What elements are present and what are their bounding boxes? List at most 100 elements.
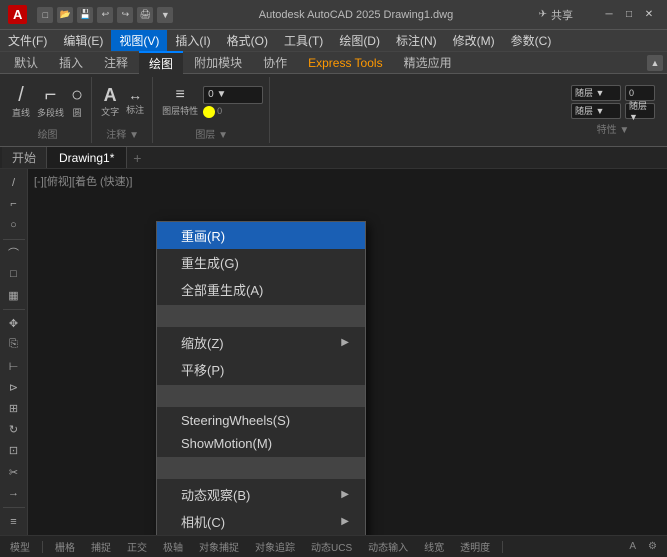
menu-view[interactable]: 视图(V) bbox=[111, 30, 167, 51]
tool-array-left[interactable]: ⊞ bbox=[3, 399, 25, 418]
menu-edit[interactable]: 编辑(E) bbox=[55, 30, 111, 51]
undo-icon[interactable]: ↩ bbox=[97, 7, 113, 23]
zoom-label: 缩放(Z) bbox=[181, 333, 224, 352]
close-button[interactable]: ✕ bbox=[639, 5, 659, 25]
draw-group-label: 绘图 bbox=[38, 124, 58, 141]
share-button[interactable]: 共享 bbox=[539, 7, 573, 23]
menu-orbit[interactable]: 动态观察(B) ▶ bbox=[157, 481, 365, 508]
status-workspace[interactable]: ⚙ bbox=[644, 541, 661, 552]
save-icon[interactable]: 💾 bbox=[77, 7, 93, 23]
main-area: / ⌐ ○ ⌒ □ ▦ ✥ ⎘ ⊢ ⊳ ⊞ ↻ ⊡ ✂ → ≡ [-][俯视][… bbox=[0, 169, 667, 535]
menu-draw[interactable]: 绘图(D) bbox=[331, 30, 388, 51]
tool-text[interactable]: A 文字 bbox=[99, 84, 121, 120]
menu-dim[interactable]: 标注(N) bbox=[388, 30, 445, 51]
tool-hatch-left[interactable]: ▦ bbox=[3, 286, 25, 305]
toolbar-divider-2 bbox=[3, 309, 25, 310]
new-icon[interactable]: □ bbox=[37, 7, 53, 23]
linewidth-dropdown[interactable]: 随层 ▼ bbox=[625, 103, 655, 119]
status-ducs[interactable]: 动态UCS bbox=[307, 539, 356, 554]
status-transp[interactable]: 透明度 bbox=[456, 539, 494, 554]
tab-addons[interactable]: 附加模块 bbox=[184, 52, 252, 73]
redo-icon[interactable]: ↪ bbox=[117, 7, 133, 23]
layer-label: 图层特性 bbox=[162, 104, 198, 117]
layer-color[interactable] bbox=[203, 106, 215, 118]
left-toolbar: / ⌐ ○ ⌒ □ ▦ ✥ ⎘ ⊢ ⊳ ⊞ ↻ ⊡ ✂ → ≡ bbox=[0, 169, 28, 535]
tool-circle-left[interactable]: ○ bbox=[3, 215, 25, 234]
tool-polyline[interactable]: ⌐ 多段线 bbox=[35, 83, 66, 121]
menu-sep-2 bbox=[157, 385, 365, 407]
tool-rotate-left[interactable]: ↻ bbox=[3, 420, 25, 439]
menu-zoom[interactable]: 缩放(Z) ▶ bbox=[157, 329, 365, 356]
menu-redraw[interactable]: 重画(R) bbox=[157, 222, 365, 249]
tool-copy-left[interactable]: ⎘ bbox=[3, 335, 25, 354]
steeringwheels-label: SteeringWheels(S) bbox=[181, 413, 290, 428]
status-osnap[interactable]: 对象捕捉 bbox=[195, 539, 243, 554]
ribbon-group-layers: ≡ 图层特性 0 ▼ 0 图层 ▼ bbox=[154, 77, 270, 143]
status-polar[interactable]: 极轴 bbox=[159, 539, 187, 554]
tab-precise[interactable]: 精选应用 bbox=[394, 52, 462, 73]
menu-steeringwheels[interactable]: SteeringWheels(S) bbox=[157, 409, 365, 432]
status-snap[interactable]: 捕捉 bbox=[87, 539, 115, 554]
add-drawing-tab[interactable]: + bbox=[127, 147, 147, 168]
status-model[interactable]: 模型 bbox=[6, 539, 34, 554]
menu-param[interactable]: 参数(C) bbox=[503, 30, 560, 51]
showmotion-label: ShowMotion(M) bbox=[181, 436, 272, 451]
custom-icon[interactable]: ▼ bbox=[157, 7, 173, 23]
tab-express[interactable]: Express Tools bbox=[298, 54, 392, 72]
status-ortho[interactable]: 正交 bbox=[123, 539, 151, 554]
menu-regen[interactable]: 重生成(G) bbox=[157, 249, 365, 276]
print-icon[interactable]: 🖨 bbox=[137, 7, 153, 23]
status-lw[interactable]: 线宽 bbox=[420, 539, 448, 554]
tool-extend-left[interactable]: → bbox=[3, 484, 25, 503]
status-annotate[interactable]: A bbox=[625, 541, 640, 552]
maximize-button[interactable]: □ bbox=[619, 5, 639, 25]
open-icon[interactable]: 📂 bbox=[57, 7, 73, 23]
menu-regen-all[interactable]: 全部重生成(A) bbox=[157, 276, 365, 303]
menu-tools[interactable]: 工具(T) bbox=[276, 30, 331, 51]
tool-line-left[interactable]: / bbox=[3, 173, 25, 192]
menu-insert[interactable]: 插入(I) bbox=[167, 30, 218, 51]
circle-label: 圆 bbox=[73, 106, 82, 119]
status-grid[interactable]: 栅格 bbox=[51, 539, 79, 554]
layer-dropdown[interactable]: 0 ▼ bbox=[203, 86, 263, 104]
tool-properties-left[interactable]: ≡ bbox=[3, 512, 25, 531]
ribbon-group-draw-body: / 直线 ⌐ 多段线 ○ 圆 bbox=[10, 79, 85, 124]
ribbon-collapse-icon[interactable]: ▲ bbox=[647, 55, 663, 71]
linestyle-dropdown[interactable]: 随层 ▼ bbox=[571, 103, 621, 119]
tab-draw[interactable]: 绘图 bbox=[139, 51, 183, 74]
color-dropdown[interactable]: 随层 ▼ bbox=[571, 85, 621, 101]
tab-collab[interactable]: 协作 bbox=[253, 52, 297, 73]
menu-showmotion[interactable]: ShowMotion(M) bbox=[157, 432, 365, 455]
menu-format[interactable]: 格式(O) bbox=[219, 30, 276, 51]
menu-pan[interactable]: 平移(P) bbox=[157, 356, 365, 383]
tool-polyline-left[interactable]: ⌐ bbox=[3, 194, 25, 213]
tool-move-left[interactable]: ✥ bbox=[3, 314, 25, 333]
redraw-label: 重画(R) bbox=[181, 226, 225, 245]
tool-circle[interactable]: ○ 圆 bbox=[69, 83, 85, 121]
ribbon-group-annotation: A 文字 ↔ 标注 注释 ▼ bbox=[93, 77, 153, 143]
tab-default[interactable]: 默认 bbox=[4, 52, 48, 73]
tab-start[interactable]: 开始 bbox=[2, 147, 47, 168]
tool-offset-left[interactable]: ⊳ bbox=[3, 378, 25, 397]
tab-insert[interactable]: 插入 bbox=[49, 52, 93, 73]
circle-icon: ○ bbox=[71, 85, 83, 105]
tool-rect-left[interactable]: □ bbox=[3, 265, 25, 284]
tool-mirror-left[interactable]: ⊢ bbox=[3, 357, 25, 376]
tool-dimension[interactable]: ↔ 标注 bbox=[124, 86, 146, 118]
view-dropdown-menu: 重画(R) 重生成(G) 全部重生成(A) 缩放(Z) ▶ 平移(P) bbox=[156, 221, 366, 535]
tab-drawing1[interactable]: Drawing1* bbox=[47, 147, 127, 168]
tool-layer-props[interactable]: ≡ 图层特性 bbox=[160, 85, 200, 119]
layers-group-label: 图层 ▼ bbox=[195, 124, 228, 141]
menu-file[interactable]: 文件(F) bbox=[0, 30, 55, 51]
status-otrack[interactable]: 对象追踪 bbox=[251, 539, 299, 554]
status-right: A ⚙ bbox=[625, 541, 661, 552]
minimize-button[interactable]: ─ bbox=[599, 5, 619, 25]
menu-modify[interactable]: 修改(M) bbox=[445, 30, 503, 51]
tool-scale-left[interactable]: ⊡ bbox=[3, 441, 25, 460]
tab-annotate[interactable]: 注释 bbox=[94, 52, 138, 73]
tool-line[interactable]: / 直线 bbox=[10, 83, 32, 121]
tool-trim-left[interactable]: ✂ bbox=[3, 463, 25, 482]
status-dynin[interactable]: 动态输入 bbox=[364, 539, 412, 554]
menu-camera[interactable]: 相机(C) ▶ bbox=[157, 508, 365, 535]
tool-arc-left[interactable]: ⌒ bbox=[3, 244, 25, 263]
